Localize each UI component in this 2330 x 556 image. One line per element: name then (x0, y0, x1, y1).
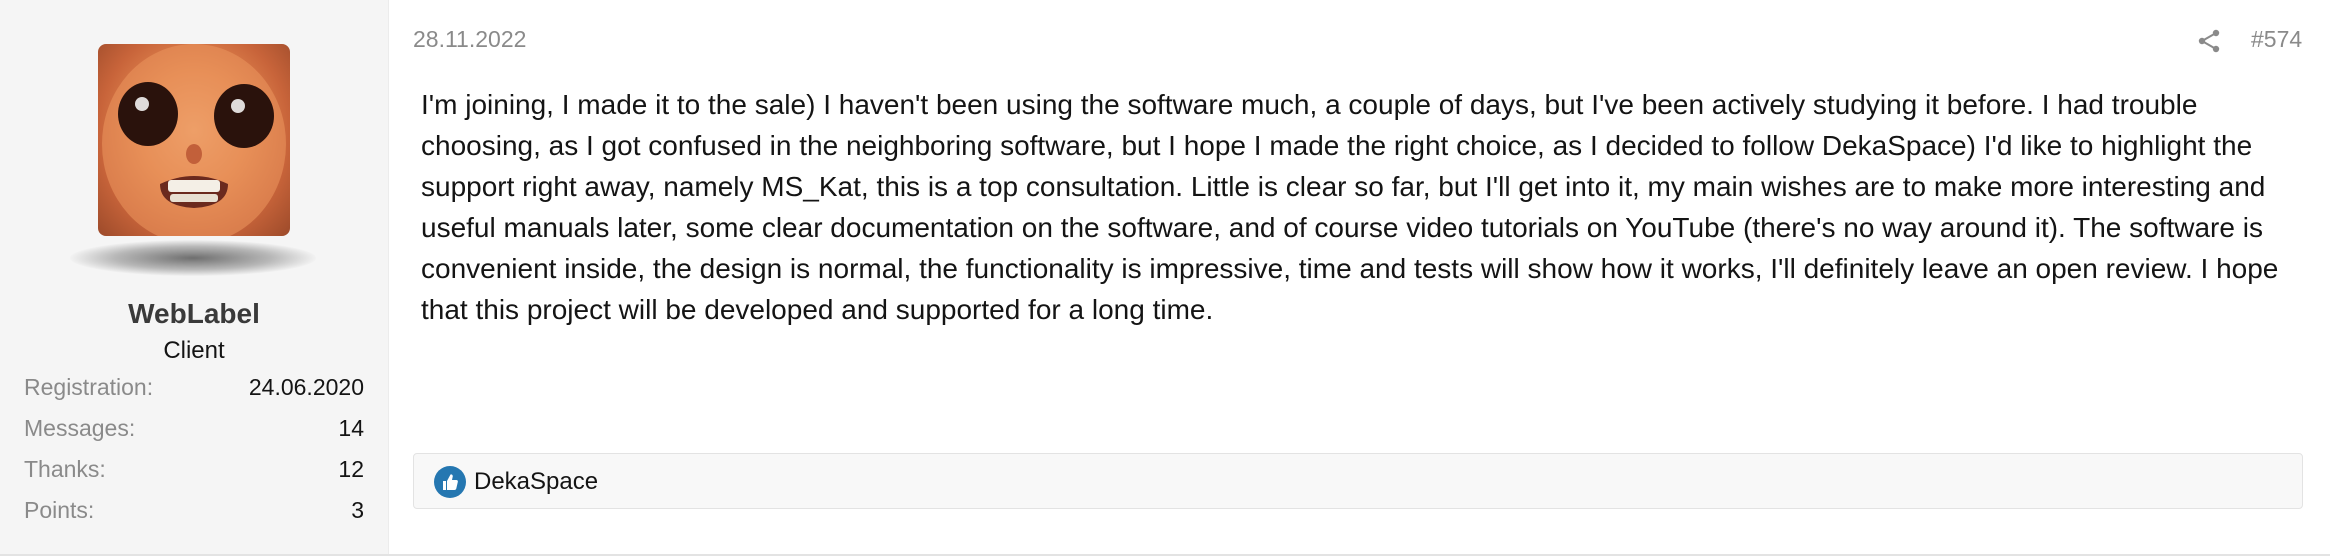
avatar[interactable] (98, 44, 290, 236)
user-title: Client (163, 337, 225, 364)
username[interactable]: WebLabel (0, 298, 388, 330)
stat-messages: Messages: 14 (24, 413, 364, 454)
stat-value: 24.06.2020 (248, 374, 364, 400)
post-body: I'm joining, I made it to the sale) I ha… (421, 89, 2279, 325)
user-info-panel: WebLabel Client Registration: 24.06.2020… (0, 0, 389, 554)
avatar-shadow (70, 240, 316, 276)
stat-thanks: Thanks: 12 (24, 454, 364, 495)
post-date[interactable]: 28.11.2022 (413, 26, 526, 53)
post-main: 28.11.2022 #574 I'm joining, I made it t… (389, 0, 2330, 554)
user-stats: Registration: 24.06.2020 Messages: 14 Th… (24, 372, 364, 536)
stat-label: Registration: (24, 374, 154, 400)
avatar-image (102, 44, 286, 236)
forum-post: WebLabel Client Registration: 24.06.2020… (0, 0, 2330, 556)
stat-value: 12 (338, 456, 364, 482)
reactions-bar: DekaSpace (413, 453, 2303, 509)
share-icon[interactable] (2197, 28, 2221, 54)
stat-label: Thanks: (24, 456, 106, 482)
reaction-user-link[interactable]: DekaSpace (474, 468, 598, 496)
stat-points: Points: 3 (24, 495, 364, 536)
thumbs-up-icon (434, 466, 466, 498)
stat-value[interactable]: 14 (338, 413, 364, 454)
stat-registration: Registration: 24.06.2020 (24, 372, 364, 413)
stat-label: Points: (24, 497, 95, 523)
stat-value[interactable]: 3 (351, 495, 364, 536)
stat-label: Messages: (24, 415, 136, 441)
post-number-link[interactable]: #574 (2251, 26, 2302, 53)
